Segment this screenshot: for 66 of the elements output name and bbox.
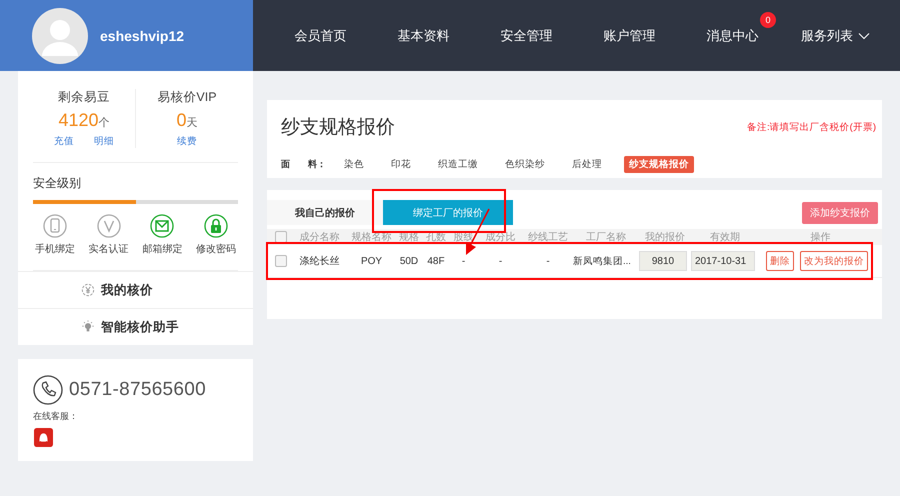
checkbox[interactable] [274, 255, 286, 267]
column-header: 规格名称 [350, 230, 392, 244]
link[interactable]: 明细 [94, 135, 114, 148]
stat-unit: 个 [98, 117, 110, 129]
security-label[interactable]: 实名认证 [88, 242, 129, 256]
menu-item[interactable]: 我的核价 [18, 271, 253, 308]
column-header: 成分名称 [298, 230, 340, 244]
nav-item[interactable]: 账户管理 [578, 0, 681, 71]
category-tab[interactable]: 后处理 [567, 156, 607, 173]
category-tab[interactable]: 印花 [386, 156, 416, 173]
link[interactable]: 续费 [177, 135, 197, 148]
note-text: 备注:请填写出厂含税价(开票) [747, 120, 876, 134]
category-tab[interactable]: 纱支规格报价 [624, 156, 694, 173]
avatar [32, 8, 88, 64]
menu-item[interactable]: 智能核价助手 [18, 308, 253, 345]
column-header: 工厂名称 [585, 231, 627, 244]
action-button[interactable]: 删除 [766, 251, 794, 271]
notification-badge: 0 [760, 12, 776, 28]
nav-item[interactable]: 基本资料 [372, 0, 475, 71]
nav-item[interactable]: 会员首页 [269, 0, 372, 71]
page-title: 纱支规格报价 [281, 116, 395, 140]
nav-item[interactable]: 服务列表 [784, 0, 887, 71]
username: esheshvip12 [100, 28, 184, 44]
chat-icon[interactable] [33, 428, 54, 447]
column-header: 纱线工艺 [527, 230, 569, 244]
price-field[interactable]: 9810 [639, 251, 687, 271]
security-title: 安全级别 [33, 175, 82, 192]
tab[interactable]: 我自己的报价 [267, 200, 383, 225]
table-cell: - [462, 256, 466, 266]
category-tab[interactable]: 色织染纱 [500, 156, 550, 173]
nav-item[interactable]: 安全管理 [475, 0, 578, 71]
table-cell: 50D [400, 256, 418, 266]
security-label[interactable]: 邮箱绑定 [142, 242, 182, 256]
table-cell: - [546, 256, 550, 266]
column-header: 操作 [810, 231, 832, 244]
stat-value: 4120 [58, 110, 99, 130]
lock-icon[interactable] [204, 214, 228, 238]
checkbox[interactable] [274, 231, 286, 243]
security-label[interactable]: 手机绑定 [35, 242, 75, 256]
stat-title: 剩余易豆 [58, 89, 110, 106]
table-cell-text: 涤纶长丝 [300, 254, 340, 268]
table-cell-text: 新凤鸣集团... [573, 254, 632, 268]
column-header: 我的报价 [644, 230, 686, 244]
table-cell: POY [360, 256, 382, 266]
phone-number: 0571-87565600 [69, 379, 206, 401]
phone-icon[interactable] [43, 214, 67, 238]
service-label: 在线客服： [33, 410, 79, 423]
yen-icon [81, 283, 95, 297]
category-label: 面 料： [281, 158, 327, 171]
table-cell: 48F [427, 256, 445, 266]
mail-icon[interactable] [150, 214, 174, 238]
category-tab[interactable]: 染色 [339, 156, 369, 173]
action-button[interactable]: 改为我的报价 [800, 251, 868, 271]
security-label[interactable]: 修改密码 [196, 242, 236, 256]
nav-item[interactable]: 消息中心 0 [681, 0, 784, 71]
verify-icon[interactable] [96, 214, 121, 238]
stat-unit: 天 [186, 117, 198, 129]
date-field[interactable]: 2017-10-31 [691, 251, 755, 271]
link[interactable]: 充值 [54, 135, 74, 148]
phone-icon [33, 375, 63, 405]
category-tab[interactable]: 织造工缴 [433, 156, 483, 173]
table-cell: - [498, 256, 502, 266]
stat-value: 0 [176, 110, 186, 130]
stat-title: 易核价VIP [157, 89, 217, 106]
column-header: 有效期 [709, 230, 741, 244]
lightbulb-icon [81, 320, 95, 334]
